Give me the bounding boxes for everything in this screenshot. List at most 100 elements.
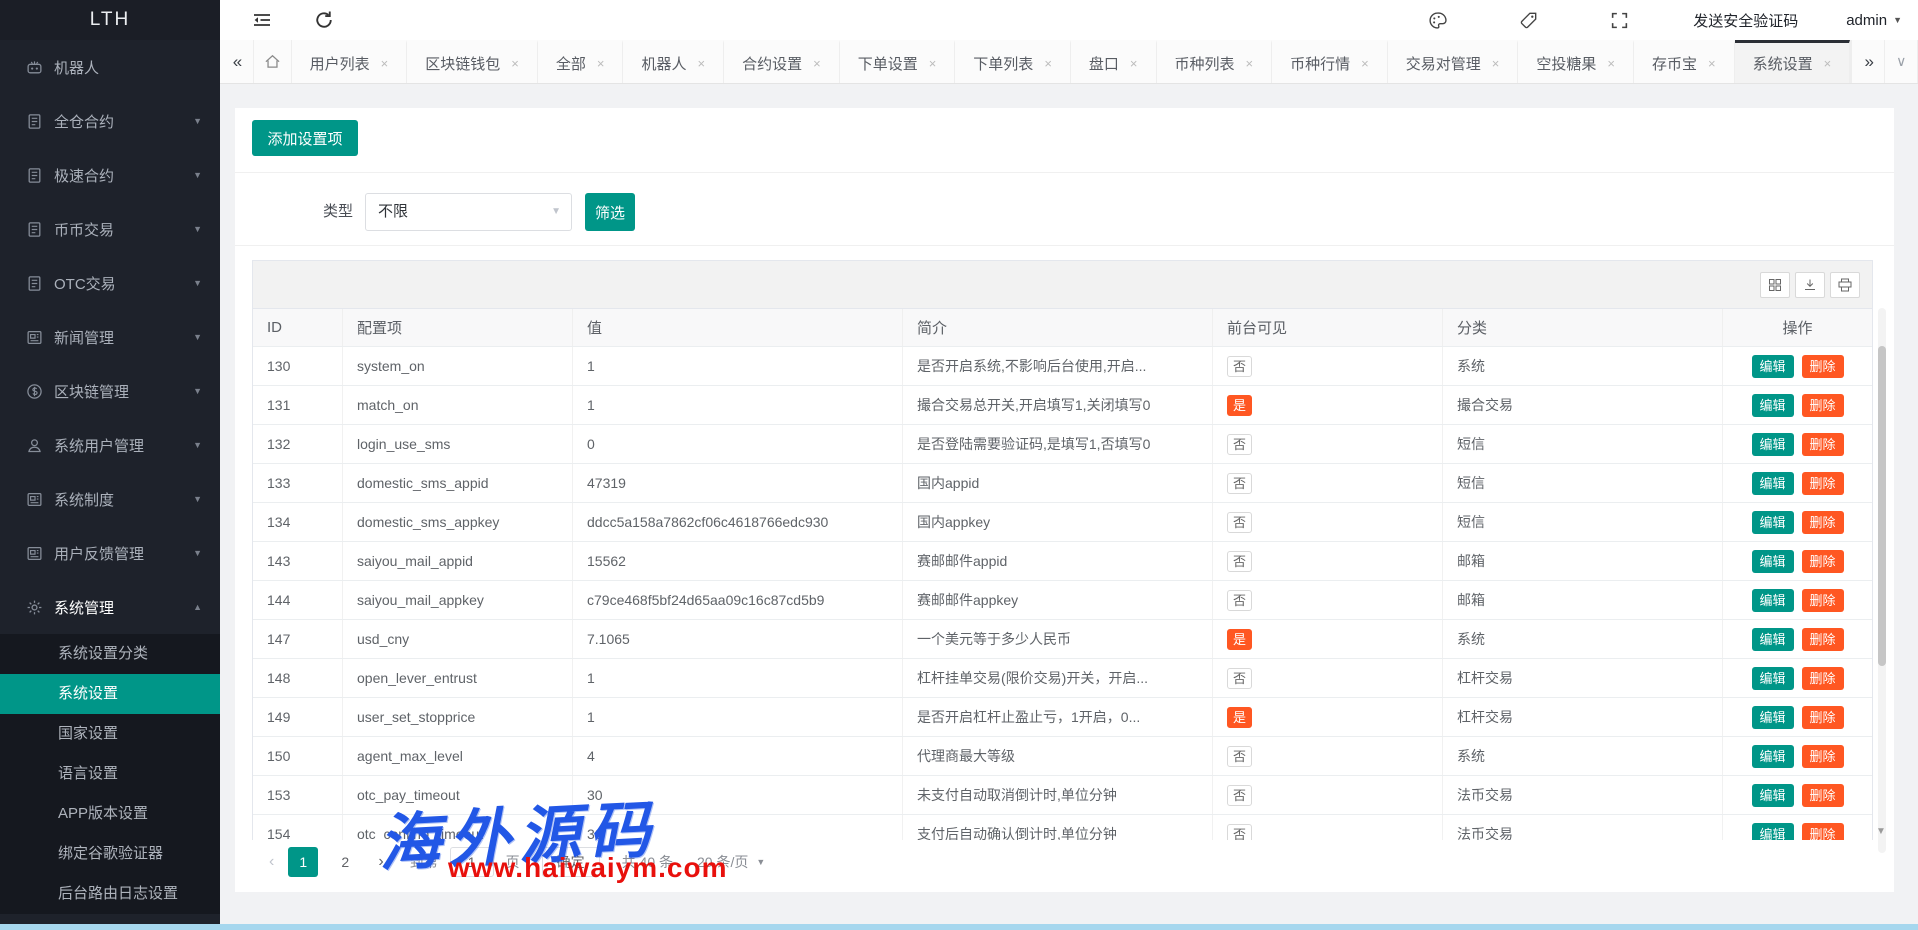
sidebar-submenu-item[interactable]: 系统设置分类 [0, 634, 220, 674]
tab[interactable]: 下单列表 × [955, 40, 1071, 83]
user-menu[interactable]: admin ▼ [1846, 12, 1902, 29]
delete-button[interactable]: 删除 [1802, 667, 1844, 690]
tab-close-icon[interactable]: × [1708, 56, 1716, 71]
tab-close-icon[interactable]: × [813, 56, 821, 71]
tab[interactable]: 币种行情 × [1272, 40, 1388, 83]
tab-close-icon[interactable]: × [697, 56, 705, 71]
tab-close-icon[interactable]: × [1361, 56, 1369, 71]
delete-button[interactable]: 删除 [1802, 706, 1844, 729]
sidebar-submenu-item[interactable]: 绑定谷歌验证器 [0, 834, 220, 874]
tab[interactable]: 区块链钱包 × [407, 40, 538, 83]
delete-button[interactable]: 删除 [1802, 394, 1844, 417]
sidebar-menu-item[interactable]: 币币交易 ▼ [0, 202, 220, 256]
sidebar-menu-item[interactable]: 极速合约 ▼ [0, 148, 220, 202]
edit-button[interactable]: 编辑 [1752, 706, 1794, 729]
edit-button[interactable]: 编辑 [1752, 628, 1794, 651]
tabs-scroll-right-icon[interactable]: » [1851, 40, 1885, 83]
visible-badge: 否 [1227, 746, 1252, 767]
tabs-scroll-left-icon[interactable]: « [220, 40, 254, 83]
tab[interactable]: 合约设置 × [724, 40, 840, 83]
sidebar-submenu-item[interactable]: 后台路由日志设置 [0, 874, 220, 914]
tab-close-icon[interactable]: × [1492, 56, 1500, 71]
sidebar-menu-item[interactable]: 机器人 [0, 40, 220, 94]
prev-page-icon[interactable]: ‹ [269, 853, 274, 871]
export-button[interactable] [1795, 272, 1825, 298]
page-number-button[interactable]: 2 [330, 847, 360, 877]
edit-button[interactable]: 编辑 [1752, 433, 1794, 456]
column-header-value: 值 [573, 309, 903, 346]
type-filter-select[interactable]: 不限 ▼ [365, 193, 572, 231]
sidebar-submenu-item[interactable]: APP版本设置 [0, 794, 220, 834]
tab-close-icon[interactable]: × [1044, 56, 1052, 71]
page-number-button[interactable]: 1 [288, 847, 318, 877]
tabs-menu-chevron-icon[interactable]: ∨ [1885, 40, 1918, 83]
tab-close-icon[interactable]: × [929, 56, 937, 71]
edit-button[interactable]: 编辑 [1752, 550, 1794, 573]
home-tab[interactable] [254, 40, 292, 83]
tab-close-icon[interactable]: × [1246, 56, 1254, 71]
tab[interactable]: 下单设置 × [840, 40, 956, 83]
tab[interactable]: 机器人 × [623, 40, 724, 83]
print-icon [1838, 278, 1852, 292]
filter-button[interactable]: 筛选 [585, 193, 635, 231]
tab[interactable]: 盘口 × [1071, 40, 1157, 83]
scrollbar-thumb[interactable] [1878, 346, 1886, 666]
sidebar-submenu-item[interactable]: 语言设置 [0, 754, 220, 794]
tab[interactable]: 系统设置 × [1735, 40, 1851, 83]
delete-button[interactable]: 删除 [1802, 511, 1844, 534]
tab-label: 合约设置 [742, 53, 802, 74]
tab[interactable]: 币种列表 × [1157, 40, 1273, 83]
cell-actions: 编辑 删除 [1723, 659, 1872, 697]
send-security-code-button[interactable]: 发送安全验证码 [1693, 10, 1798, 31]
grid-columns-button[interactable] [1760, 272, 1790, 298]
sidebar-menu-item[interactable]: 区块链管理 ▼ [0, 364, 220, 418]
sidebar-item-label: 全仓合约 [54, 111, 114, 132]
edit-button[interactable]: 编辑 [1752, 784, 1794, 807]
tab[interactable]: 交易对管理 × [1388, 40, 1519, 83]
tab[interactable]: 存币宝 × [1634, 40, 1735, 83]
edit-button[interactable]: 编辑 [1752, 394, 1794, 417]
tab-close-icon[interactable]: × [381, 56, 389, 71]
delete-button[interactable]: 删除 [1802, 628, 1844, 651]
edit-button[interactable]: 编辑 [1752, 355, 1794, 378]
scrollbar-down-icon[interactable]: ▼ [1876, 826, 1886, 837]
cell-category: 系统 [1443, 620, 1723, 658]
sidebar-menu-item[interactable]: 全仓合约 ▼ [0, 94, 220, 148]
delete-button[interactable]: 删除 [1802, 745, 1844, 768]
tab-close-icon[interactable]: × [1824, 56, 1832, 71]
collapse-sidebar-icon[interactable] [252, 10, 272, 30]
delete-button[interactable]: 删除 [1802, 784, 1844, 807]
sidebar-menu-item[interactable]: 系统管理 ▲ [0, 580, 220, 634]
tab[interactable]: 全部 × [538, 40, 624, 83]
tab[interactable]: 空投糖果 × [1518, 40, 1634, 83]
delete-button[interactable]: 删除 [1802, 589, 1844, 612]
delete-button[interactable]: 删除 [1802, 355, 1844, 378]
tab[interactable]: 用户列表 × [292, 40, 408, 83]
sidebar-menu-item[interactable]: 系统用户管理 ▼ [0, 418, 220, 472]
edit-button[interactable]: 编辑 [1752, 472, 1794, 495]
edit-button[interactable]: 编辑 [1752, 667, 1794, 690]
theme-palette-icon[interactable] [1428, 11, 1447, 30]
delete-button[interactable]: 删除 [1802, 433, 1844, 456]
sidebar-submenu-item[interactable]: 系统设置 [0, 674, 220, 714]
add-setting-button[interactable]: 添加设置项 [252, 120, 358, 156]
sidebar-menu-item[interactable]: 新闻管理 ▼ [0, 310, 220, 364]
print-button[interactable] [1830, 272, 1860, 298]
edit-button[interactable]: 编辑 [1752, 511, 1794, 534]
edit-button[interactable]: 编辑 [1752, 745, 1794, 768]
fullscreen-icon[interactable] [1610, 11, 1629, 30]
sidebar-menu-item[interactable]: 用户反馈管理 ▼ [0, 526, 220, 580]
sidebar-submenu-item[interactable]: 国家设置 [0, 714, 220, 754]
tab-close-icon[interactable]: × [597, 56, 605, 71]
tab-close-icon[interactable]: × [511, 56, 519, 71]
edit-button[interactable]: 编辑 [1752, 589, 1794, 612]
delete-button[interactable]: 删除 [1802, 550, 1844, 573]
sidebar-menu-item[interactable]: OTC交易 ▼ [0, 256, 220, 310]
sidebar-menu-item[interactable]: 系统制度 ▼ [0, 472, 220, 526]
tab-close-icon[interactable]: × [1607, 56, 1615, 71]
delete-button[interactable]: 删除 [1802, 472, 1844, 495]
refresh-icon[interactable] [314, 10, 334, 30]
caret-icon: ▼ [193, 332, 202, 342]
tab-close-icon[interactable]: × [1130, 56, 1138, 71]
tag-icon[interactable] [1519, 11, 1538, 30]
